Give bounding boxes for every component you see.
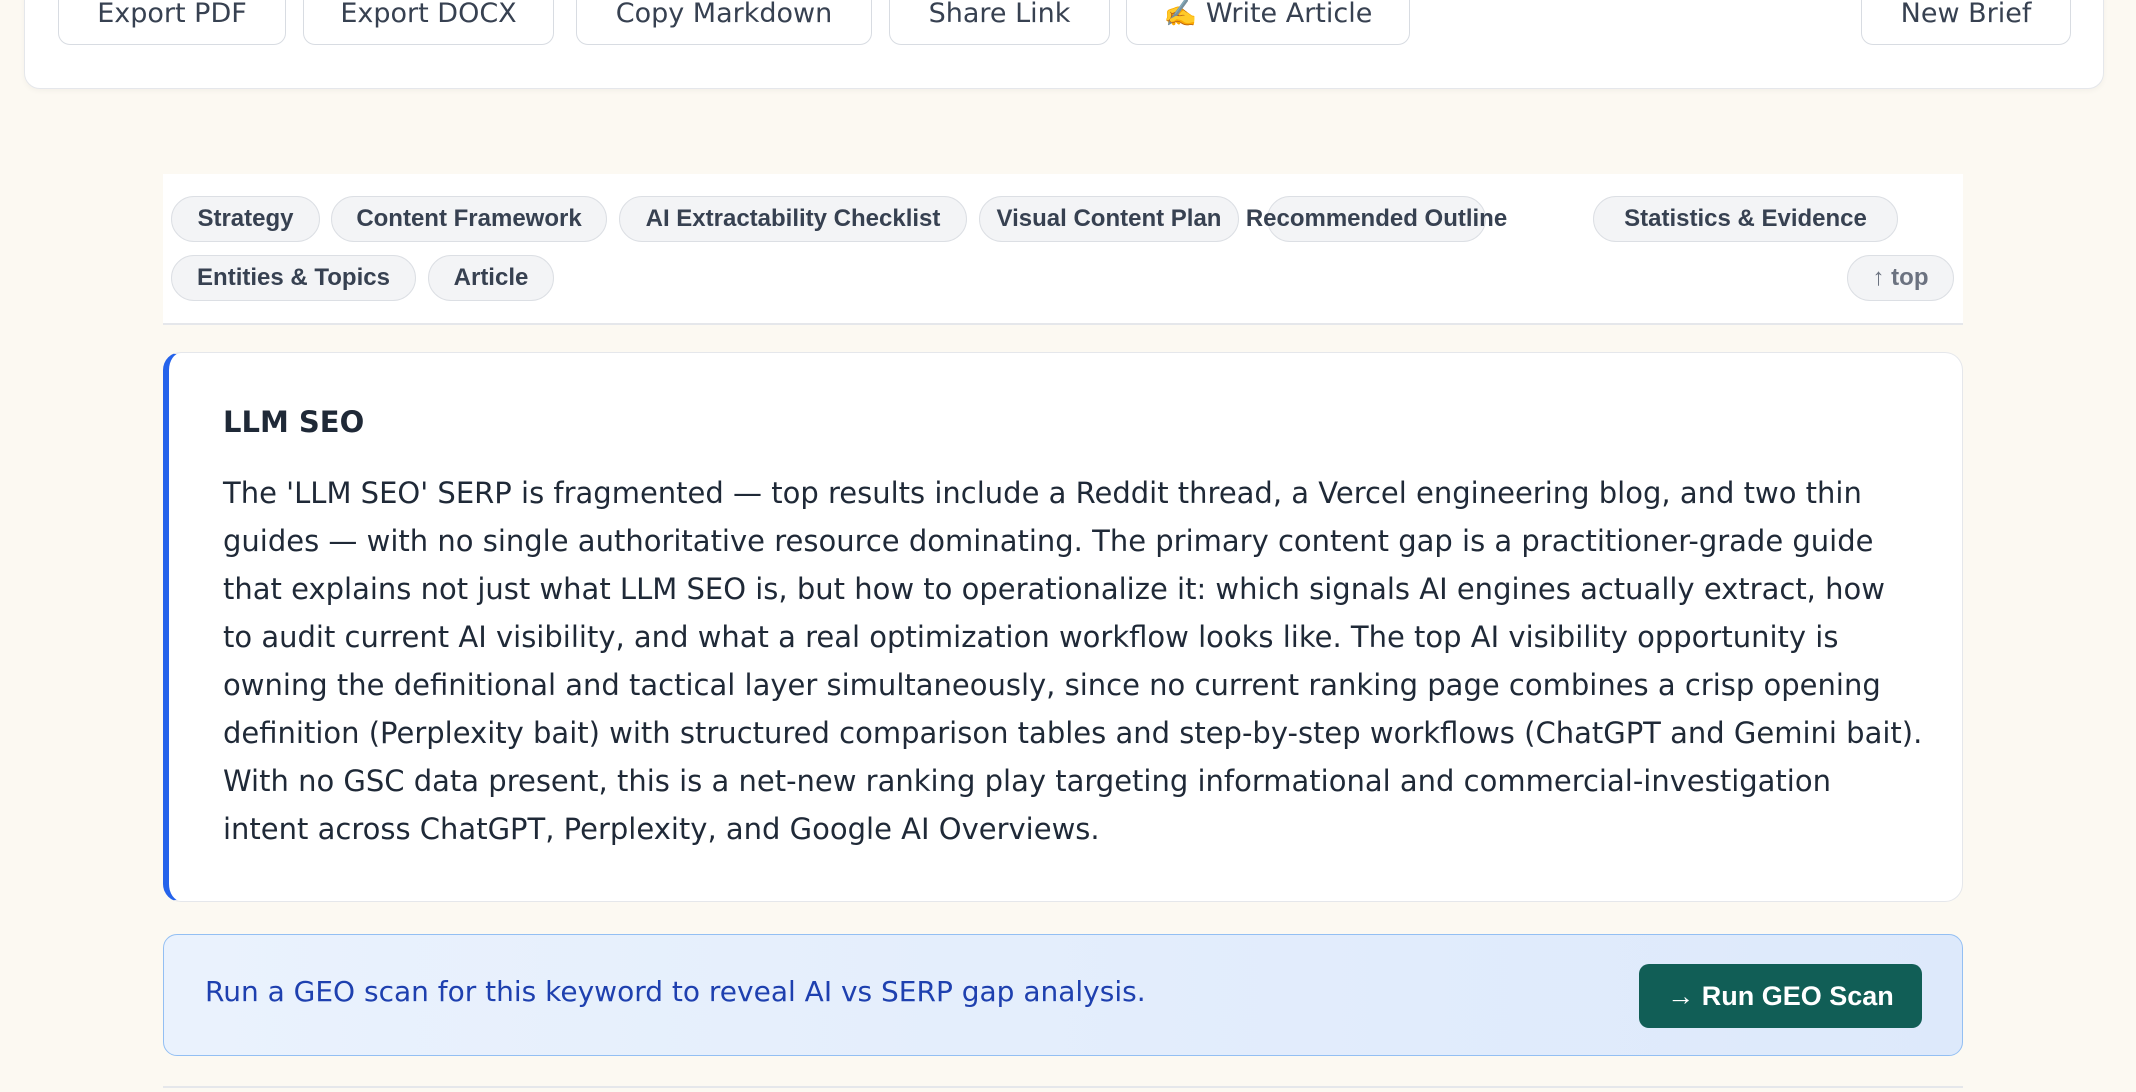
back-to-top-button[interactable]: ↑ top [1847, 255, 1954, 301]
share-link-button[interactable]: Share Link [889, 0, 1110, 45]
nav-pill-strategy[interactable]: Strategy [171, 196, 320, 242]
geo-scan-banner: Run a GEO scan for this keyword to revea… [163, 934, 1963, 1056]
nav-pill-entities-topics[interactable]: Entities & Topics [171, 255, 416, 301]
run-geo-scan-button[interactable]: → Run GEO Scan [1639, 964, 1922, 1028]
write-article-button[interactable]: ✍️ Write Article [1126, 0, 1410, 45]
new-brief-button[interactable]: New Brief [1861, 0, 2071, 45]
summary-text: The 'LLM SEO' SERP is fragmented — top r… [223, 476, 1923, 846]
nav-pill-recommended-outline[interactable]: Recommended Outline [1246, 196, 1507, 242]
next-section-edge [163, 1086, 1963, 1092]
export-docx-button[interactable]: Export DOCX [303, 0, 554, 45]
export-toolbar: Export PDF Export DOCX Copy Markdown Sha… [24, 0, 2104, 89]
export-pdf-button[interactable]: Export PDF [58, 0, 286, 45]
nav-pill-ai-extractability-checklist[interactable]: AI Extractability Checklist [619, 196, 967, 242]
summary-title: LLM SEO [223, 405, 365, 439]
section-nav: Strategy Content Framework AI Extractabi… [163, 174, 1963, 325]
nav-pill-content-framework[interactable]: Content Framework [331, 196, 607, 242]
geo-scan-prompt: Run a GEO scan for this keyword to revea… [205, 975, 1146, 1008]
nav-pill-statistics-evidence[interactable]: Statistics & Evidence [1593, 196, 1898, 242]
nav-pill-visual-content-plan[interactable]: Visual Content Plan [979, 196, 1239, 242]
copy-markdown-button[interactable]: Copy Markdown [576, 0, 872, 45]
nav-pill-article[interactable]: Article [428, 255, 554, 301]
strategy-summary-card: LLM SEO The 'LLM SEO' SERP is fragmented… [163, 352, 1963, 902]
